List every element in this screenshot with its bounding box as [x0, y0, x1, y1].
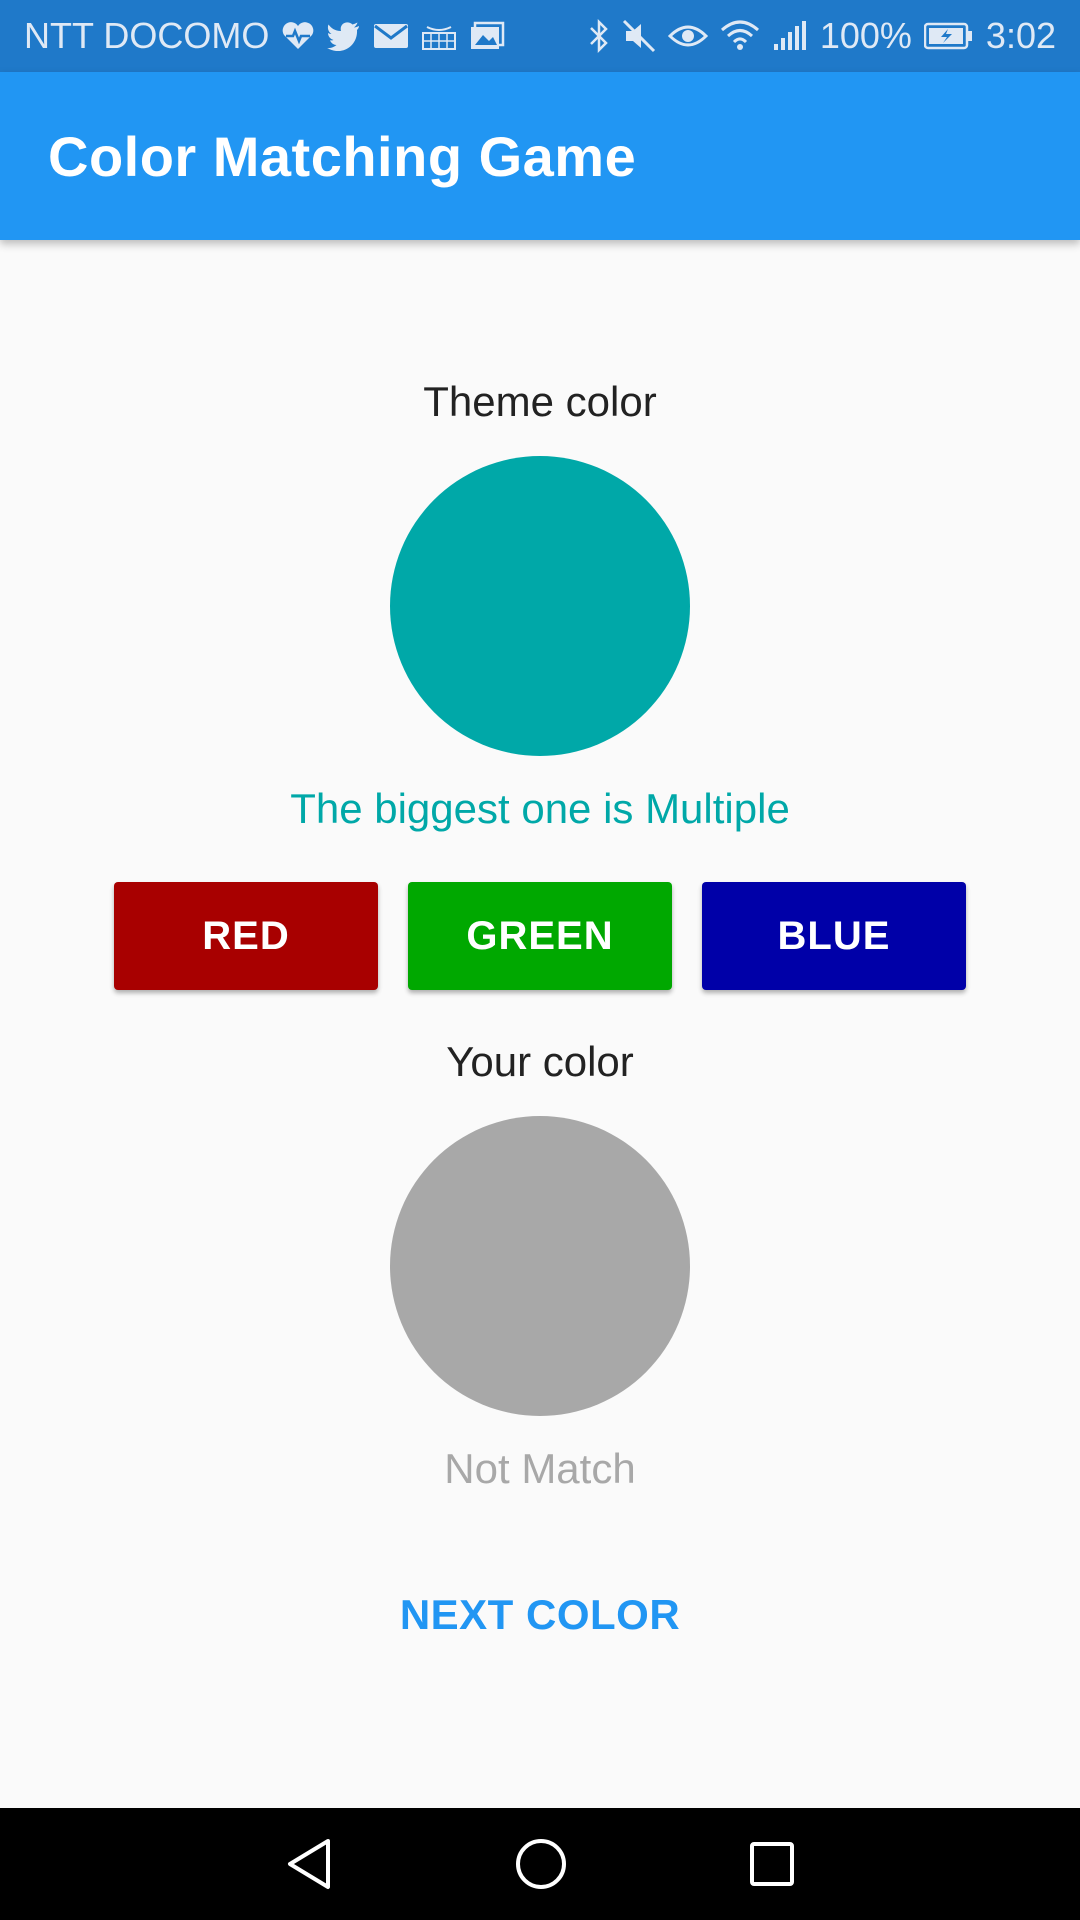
recents-icon[interactable]	[748, 1840, 796, 1888]
mail-icon	[373, 22, 409, 50]
green-button[interactable]: GREEN	[408, 882, 672, 990]
wifi-icon	[720, 20, 760, 52]
status-bar-right: 100% 3:02	[588, 15, 1056, 57]
signal-icon	[772, 20, 808, 52]
app-title: Color Matching Game	[48, 124, 637, 188]
gallery-icon	[469, 21, 505, 51]
theme-color-label: Theme color	[423, 378, 657, 425]
your-color-label: Your color	[446, 1038, 634, 1085]
home-icon[interactable]	[514, 1837, 568, 1891]
match-status-text: Not Match	[444, 1445, 636, 1492]
twitter-icon	[327, 21, 361, 51]
battery-percent: 100%	[819, 15, 912, 56]
battery-icon	[923, 22, 974, 50]
status-bar-left: NTT DOCOMO	[24, 15, 505, 57]
theme-color-circle	[390, 456, 690, 756]
amazon-icon	[421, 21, 457, 51]
blue-button[interactable]: BLUE	[702, 882, 966, 990]
navigation-bar	[0, 1808, 1080, 1920]
carrier-name: NTT DOCOMO	[24, 15, 270, 56]
eye-icon	[667, 22, 708, 50]
red-button[interactable]: RED	[114, 882, 378, 990]
back-icon[interactable]	[284, 1837, 334, 1891]
app-bar: Color Matching Game	[0, 72, 1080, 240]
theme-hint-text: The biggest one is Multiple	[290, 785, 790, 832]
mute-icon	[622, 19, 656, 53]
clock-time: 3:02	[985, 15, 1056, 56]
game-content: Theme color The biggest one is Multiple …	[0, 240, 1080, 1808]
heart-pulse-icon	[281, 21, 315, 51]
next-color-button[interactable]: NEXT COLOR	[340, 1560, 740, 1670]
status-bar: NTT DOCOMO 100% 3:02	[0, 0, 1080, 72]
bluetooth-icon	[588, 19, 610, 53]
your-color-circle	[390, 1116, 690, 1416]
